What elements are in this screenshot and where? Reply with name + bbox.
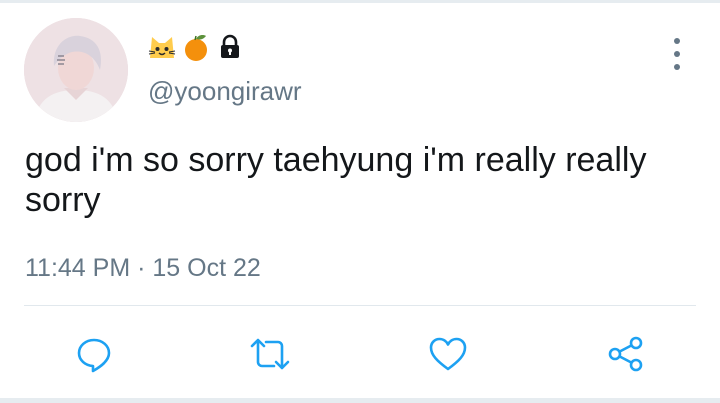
share-icon[interactable] — [604, 332, 648, 376]
more-dot — [674, 64, 680, 70]
tweet-date: 15 Oct 22 — [152, 254, 261, 282]
divider — [24, 305, 696, 306]
avatar-photo — [24, 18, 128, 122]
tweet-text: god i'm so sorry taehyung i'm really rea… — [25, 141, 656, 219]
tangerine-emoji — [180, 31, 212, 63]
more-dot — [674, 38, 680, 44]
more-dot — [674, 51, 680, 57]
timestamp-separator: · — [130, 254, 153, 282]
retweet-icon[interactable] — [248, 332, 292, 376]
bottom-border — [0, 398, 720, 403]
tweet-timestamp[interactable]: 11:44 PM · 15 Oct 22 — [25, 252, 261, 284]
display-name-emojis — [146, 31, 246, 63]
tweet-time: 11:44 PM — [25, 254, 131, 282]
top-border — [0, 0, 720, 3]
cat-face-emoji — [146, 31, 178, 63]
like-icon[interactable] — [426, 332, 470, 376]
more-options-icon[interactable] — [662, 38, 692, 70]
lock-icon — [214, 31, 246, 63]
user-handle[interactable]: @yoongirawr — [148, 74, 302, 108]
reply-icon[interactable] — [72, 332, 116, 376]
avatar[interactable] — [24, 18, 128, 122]
